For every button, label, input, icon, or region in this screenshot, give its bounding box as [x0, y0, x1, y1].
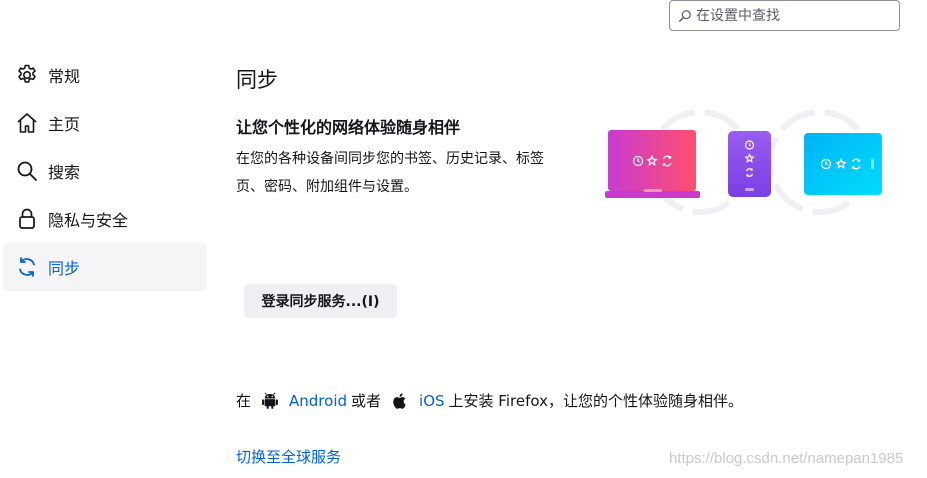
search-icon	[15, 159, 39, 183]
sidebar-item-label: 主页	[48, 115, 81, 134]
sidebar: 常规 主页 搜索 隐私与安全 同步	[0, 51, 207, 291]
apple-icon	[390, 391, 410, 411]
settings-search-input[interactable]	[696, 7, 896, 24]
ios-link[interactable]: iOS	[419, 392, 445, 410]
settings-search-box[interactable]	[669, 0, 900, 31]
sync-icon	[15, 255, 39, 279]
android-icon	[260, 391, 280, 411]
sync-hero-title: 让您个性化的网络体验随身相伴	[236, 118, 461, 137]
search-icon	[679, 9, 691, 22]
page-title: 同步	[236, 68, 278, 92]
sync-hero-description: 在您的各种设备间同步您的书签、历史记录、标签页、密码、附加组件与设置。	[236, 151, 544, 195]
tablet-graphic	[804, 133, 882, 195]
switch-global-service-link[interactable]: 切换至全球服务	[236, 446, 341, 467]
sidebar-item-sync[interactable]: 同步	[3, 243, 207, 291]
home-icon	[15, 111, 39, 135]
apps-suffix-text: 上安装 Firefox，让您的个性体验随身相伴。	[448, 392, 743, 410]
sidebar-item-label: 搜索	[48, 163, 81, 182]
phone-graphic	[728, 131, 771, 197]
sidebar-item-home[interactable]: 主页	[3, 99, 207, 147]
android-link[interactable]: Android	[289, 392, 347, 410]
sidebar-item-search[interactable]: 搜索	[3, 147, 207, 195]
sync-devices-illustration	[605, 109, 882, 215]
watermark: https://blog.csdn.net/namepan1985	[669, 450, 904, 467]
sidebar-item-privacy[interactable]: 隐私与安全	[3, 195, 207, 243]
sidebar-item-label: 同步	[48, 259, 81, 278]
gear-icon	[15, 63, 39, 87]
sync-signin-button[interactable]: 登录同步服务...(I)	[244, 284, 397, 318]
sidebar-item-label: 常规	[48, 67, 81, 86]
mobile-apps-line: 在 Android 或者 iOS 上安装 Firefox，让您的个性体验随身相伴…	[236, 390, 743, 411]
sidebar-item-label: 隐私与安全	[48, 211, 129, 230]
lock-icon	[15, 207, 39, 231]
settings-page: 常规 主页 搜索	[0, 0, 927, 478]
apps-or-text: 或者	[351, 392, 382, 410]
laptop-graphic	[605, 130, 700, 198]
sidebar-item-general[interactable]: 常规	[3, 51, 207, 99]
apps-prefix-text: 在	[236, 392, 252, 410]
